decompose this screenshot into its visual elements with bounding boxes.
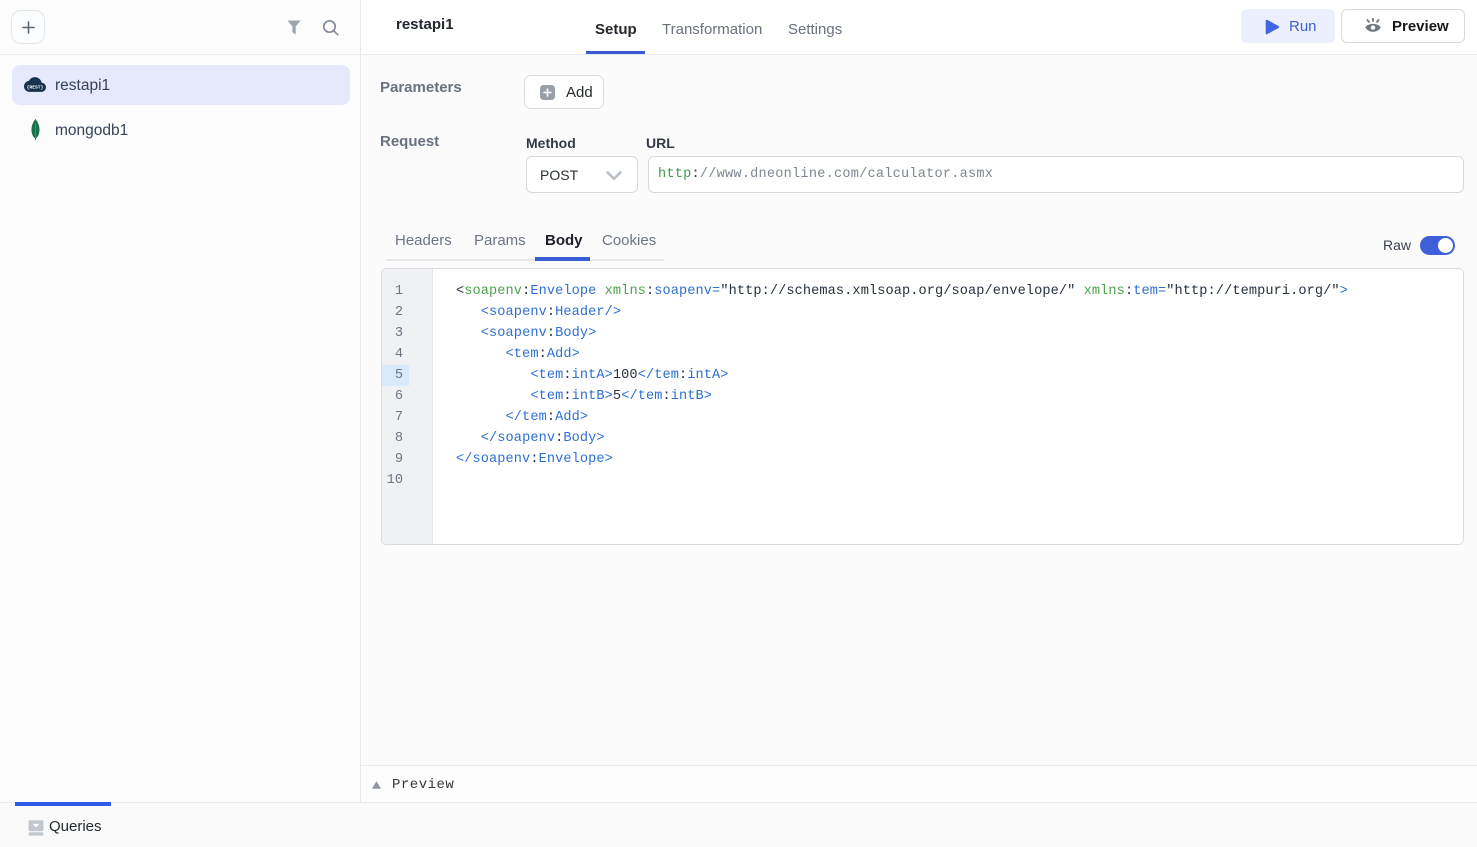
svg-text:{REST}: {REST} [27,85,44,91]
